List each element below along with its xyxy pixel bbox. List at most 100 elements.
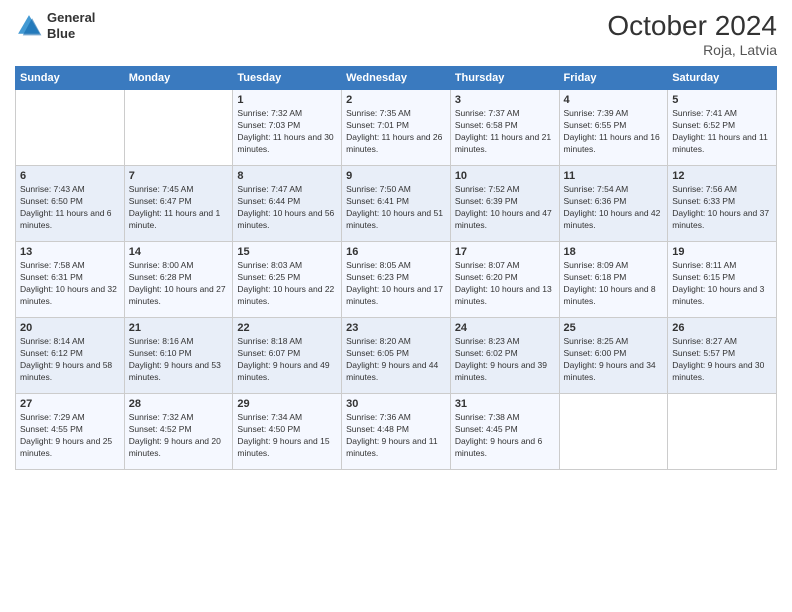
cell-info: Sunrise: 7:32 AM Sunset: 7:03 PM Dayligh…: [237, 108, 337, 156]
day-header-wednesday: Wednesday: [342, 67, 451, 90]
day-header-tuesday: Tuesday: [233, 67, 342, 90]
calendar-cell: 7 Sunrise: 7:45 AM Sunset: 6:47 PM Daylig…: [124, 166, 233, 242]
day-number: 24: [455, 322, 555, 334]
month-title: October 2024: [607, 10, 777, 42]
day-number: 3: [455, 94, 555, 106]
calendar-cell: 5Sunrise: 7:41 AM Sunset: 6:52 PM Daylig…: [668, 90, 777, 166]
calendar-cell: 11 Sunrise: 7:54 AM Sunset: 6:36 PM Dayli…: [559, 166, 668, 242]
calendar-cell: 20 Sunrise: 8:14 AM Sunset: 6:12 PM Dayli…: [16, 318, 125, 394]
day-number: 13: [20, 246, 120, 258]
cell-info: Sunrise: 8:00 AM Sunset: 6:28 PM Dayligh…: [129, 260, 229, 308]
calendar-cell: 12 Sunrise: 7:56 AM Sunset: 6:33 PM Dayli…: [668, 166, 777, 242]
page: General Blue October 2024 Roja, Latvia S…: [0, 0, 792, 612]
cell-info: Sunrise: 7:54 AM Sunset: 6:36 PM Dayligh…: [564, 184, 664, 232]
calendar-cell: [559, 394, 668, 470]
day-number: 15: [237, 246, 337, 258]
cell-info: Sunrise: 8:27 AM Sunset: 5:57 PM Dayligh…: [672, 336, 772, 384]
cell-info: Sunrise: 7:47 AM Sunset: 6:44 PM Dayligh…: [237, 184, 337, 232]
calendar-cell: [16, 90, 125, 166]
calendar-cell: 3 Sunrise: 7:37 AM Sunset: 6:58 PM Daylig…: [450, 90, 559, 166]
day-number: 23: [346, 322, 446, 334]
day-number: 7: [129, 170, 229, 182]
cell-info: Sunrise: 7:43 AM Sunset: 6:50 PM Dayligh…: [20, 184, 120, 232]
day-number: 25: [564, 322, 664, 334]
day-number: 12: [672, 170, 772, 182]
calendar-cell: 22 Sunrise: 8:18 AM Sunset: 6:07 PM Dayli…: [233, 318, 342, 394]
cell-info: Sunrise: 7:37 AM Sunset: 6:58 PM Dayligh…: [455, 108, 555, 156]
calendar-cell: 31 Sunrise: 7:38 AM Sunset: 4:45 PM Dayli…: [450, 394, 559, 470]
calendar-cell: 26 Sunrise: 8:27 AM Sunset: 5:57 PM Dayli…: [668, 318, 777, 394]
calendar-cell: 15Sunrise: 8:03 AM Sunset: 6:25 PM Dayli…: [233, 242, 342, 318]
day-number: 21: [129, 322, 229, 334]
day-number: 4: [564, 94, 664, 106]
day-number: 18: [564, 246, 664, 258]
calendar-cell: 21 Sunrise: 8:16 AM Sunset: 6:10 PM Dayli…: [124, 318, 233, 394]
day-number: 11: [564, 170, 664, 182]
cell-info: Sunrise: 7:36 AM Sunset: 4:48 PM Dayligh…: [346, 412, 446, 460]
day-number: 30: [346, 398, 446, 410]
day-number: 27: [20, 398, 120, 410]
calendar-cell: 27 Sunrise: 7:29 AM Sunset: 4:55 PM Dayli…: [16, 394, 125, 470]
cell-info: Sunrise: 7:34 AM Sunset: 4:50 PM Dayligh…: [237, 412, 337, 460]
day-number: 26: [672, 322, 772, 334]
calendar-cell: [668, 394, 777, 470]
calendar-cell: [124, 90, 233, 166]
calendar-cell: 14 Sunrise: 8:00 AM Sunset: 6:28 PM Dayli…: [124, 242, 233, 318]
day-number: 10: [455, 170, 555, 182]
day-header-monday: Monday: [124, 67, 233, 90]
day-number: 8: [237, 170, 337, 182]
cell-info: Sunrise: 8:18 AM Sunset: 6:07 PM Dayligh…: [237, 336, 337, 384]
cell-info: Sunrise: 7:39 AM Sunset: 6:55 PM Dayligh…: [564, 108, 664, 156]
calendar-cell: 16Sunrise: 8:05 AM Sunset: 6:23 PM Dayli…: [342, 242, 451, 318]
cell-info: Sunrise: 8:05 AM Sunset: 6:23 PM Dayligh…: [346, 260, 446, 308]
day-number: 28: [129, 398, 229, 410]
day-header-friday: Friday: [559, 67, 668, 90]
calendar-cell: 6 Sunrise: 7:43 AM Sunset: 6:50 PM Daylig…: [16, 166, 125, 242]
header: General Blue October 2024 Roja, Latvia: [15, 10, 777, 58]
calendar-cell: 30 Sunrise: 7:36 AM Sunset: 4:48 PM Dayli…: [342, 394, 451, 470]
day-number: 22: [237, 322, 337, 334]
cell-info: Sunrise: 7:29 AM Sunset: 4:55 PM Dayligh…: [20, 412, 120, 460]
calendar-cell: 17 Sunrise: 8:07 AM Sunset: 6:20 PM Dayli…: [450, 242, 559, 318]
cell-info: Sunrise: 8:16 AM Sunset: 6:10 PM Dayligh…: [129, 336, 229, 384]
location: Roja, Latvia: [607, 42, 777, 58]
day-header-thursday: Thursday: [450, 67, 559, 90]
day-header-sunday: Sunday: [16, 67, 125, 90]
day-number: 6: [20, 170, 120, 182]
day-number: 17: [455, 246, 555, 258]
cell-info: Sunrise: 7:32 AM Sunset: 4:52 PM Dayligh…: [129, 412, 229, 460]
calendar-cell: 19Sunrise: 8:11 AM Sunset: 6:15 PM Dayli…: [668, 242, 777, 318]
cell-info: Sunrise: 8:09 AM Sunset: 6:18 PM Dayligh…: [564, 260, 664, 308]
cell-info: Sunrise: 7:35 AM Sunset: 7:01 PM Dayligh…: [346, 108, 446, 156]
calendar-cell: 23 Sunrise: 8:20 AM Sunset: 6:05 PM Dayli…: [342, 318, 451, 394]
calendar-cell: 2 Sunrise: 7:35 AM Sunset: 7:01 PM Daylig…: [342, 90, 451, 166]
calendar-cell: 25 Sunrise: 8:25 AM Sunset: 6:00 PM Dayli…: [559, 318, 668, 394]
day-number: 14: [129, 246, 229, 258]
cell-info: Sunrise: 8:25 AM Sunset: 6:00 PM Dayligh…: [564, 336, 664, 384]
cell-info: Sunrise: 7:56 AM Sunset: 6:33 PM Dayligh…: [672, 184, 772, 232]
day-header-saturday: Saturday: [668, 67, 777, 90]
calendar-cell: 9Sunrise: 7:50 AM Sunset: 6:41 PM Daylig…: [342, 166, 451, 242]
calendar-cell: 28 Sunrise: 7:32 AM Sunset: 4:52 PM Dayli…: [124, 394, 233, 470]
calendar-cell: 8 Sunrise: 7:47 AM Sunset: 6:44 PM Daylig…: [233, 166, 342, 242]
day-number: 20: [20, 322, 120, 334]
cell-info: Sunrise: 7:52 AM Sunset: 6:39 PM Dayligh…: [455, 184, 555, 232]
title-block: October 2024 Roja, Latvia: [607, 10, 777, 58]
day-number: 31: [455, 398, 555, 410]
day-number: 29: [237, 398, 337, 410]
logo: General Blue: [15, 10, 95, 41]
cell-info: Sunrise: 8:14 AM Sunset: 6:12 PM Dayligh…: [20, 336, 120, 384]
cell-info: Sunrise: 7:45 AM Sunset: 6:47 PM Dayligh…: [129, 184, 229, 232]
calendar-cell: 29 Sunrise: 7:34 AM Sunset: 4:50 PM Dayli…: [233, 394, 342, 470]
calendar-cell: 24Sunrise: 8:23 AM Sunset: 6:02 PM Dayli…: [450, 318, 559, 394]
cell-info: Sunrise: 8:20 AM Sunset: 6:05 PM Dayligh…: [346, 336, 446, 384]
day-number: 2: [346, 94, 446, 106]
calendar-cell: 10 Sunrise: 7:52 AM Sunset: 6:39 PM Dayli…: [450, 166, 559, 242]
cell-info: Sunrise: 7:38 AM Sunset: 4:45 PM Dayligh…: [455, 412, 555, 460]
cell-info: Sunrise: 7:58 AM Sunset: 6:31 PM Dayligh…: [20, 260, 120, 308]
day-number: 1: [237, 94, 337, 106]
calendar-cell: 18 Sunrise: 8:09 AM Sunset: 6:18 PM Dayli…: [559, 242, 668, 318]
cell-info: Sunrise: 8:07 AM Sunset: 6:20 PM Dayligh…: [455, 260, 555, 308]
cell-info: Sunrise: 7:41 AM Sunset: 6:52 PM Dayligh…: [672, 108, 772, 156]
logo-text: General Blue: [47, 10, 95, 41]
